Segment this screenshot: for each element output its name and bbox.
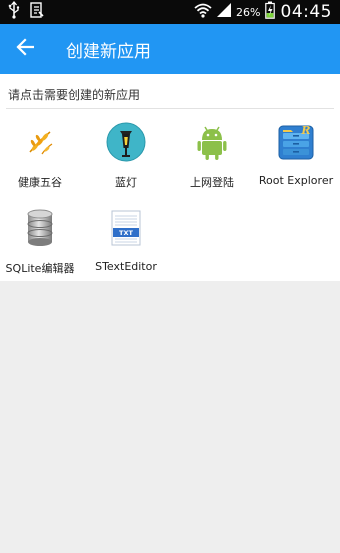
screenshot-icon (30, 2, 44, 22)
grain-icon (20, 122, 60, 162)
app-tile-health-grains[interactable]: 健康五谷 (0, 118, 80, 198)
status-left-icons (8, 0, 44, 23)
status-right-icons: 26% 04:45 (194, 1, 332, 23)
app-bar: 创建新应用 (0, 24, 340, 74)
divider (6, 108, 334, 109)
app-tile-internet-login[interactable]: 上网登陆 (172, 118, 252, 198)
back-button[interactable] (12, 36, 38, 62)
wifi-icon (194, 2, 212, 22)
app-picker-panel: 请点击需要创建的新应用 健康五谷 蓝灯 上网登陆 R Root Explorer… (0, 74, 340, 281)
android-icon (192, 122, 232, 162)
database-icon (20, 208, 60, 248)
txt-file-icon: TXT (106, 208, 146, 248)
app-tile-root-explorer[interactable]: R Root Explorer (256, 118, 336, 198)
arrow-left-icon (16, 38, 35, 60)
signal-icon (216, 2, 232, 22)
root-explorer-icon: R (276, 122, 316, 162)
app-label: STextEditor (95, 260, 157, 273)
status-bar: 26% 04:45 (0, 0, 340, 24)
app-tile-lantern[interactable]: 蓝灯 (86, 118, 166, 198)
battery-percentage: 26% (236, 5, 261, 19)
app-label: Root Explorer (258, 174, 334, 187)
txt-badge: TXT (119, 229, 133, 237)
page-title: 创建新应用 (66, 42, 151, 62)
screen: 26% 04:45 创建新应用 请点击需要创建的新应用 健康五谷 蓝灯 上网登陆… (0, 0, 340, 553)
section-header: 请点击需要创建的新应用 (8, 88, 141, 102)
empty-area (0, 281, 340, 553)
app-label: 蓝灯 (115, 176, 137, 189)
root-badge: R (300, 124, 310, 137)
usb-icon (8, 0, 20, 23)
battery-charging-icon (264, 1, 275, 23)
app-tile-stexteditor[interactable]: TXT STextEditor (86, 204, 166, 284)
app-tile-sqlite-editor[interactable]: SQLite编辑器 (0, 204, 80, 284)
lantern-icon (106, 122, 146, 162)
clock: 04:45 (280, 2, 332, 22)
